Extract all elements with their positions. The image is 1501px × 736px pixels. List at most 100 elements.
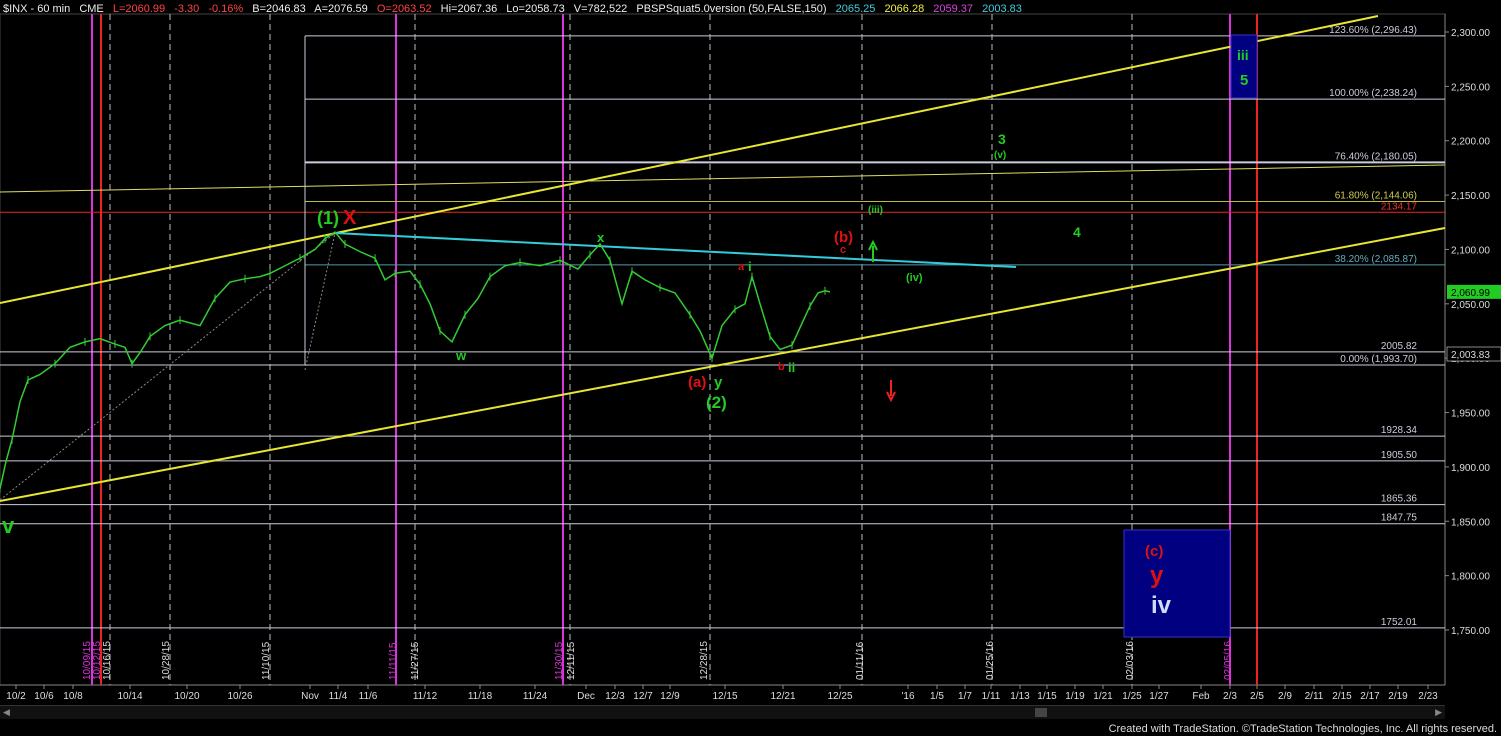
volume-value: V=782,522 [573, 3, 628, 15]
y-tick-label: 2,100.00 [1451, 245, 1490, 256]
last-price-label: 2,060.99 [1451, 288, 1490, 299]
x-tick-label: Feb [1192, 691, 1210, 702]
x-tick-label: 1/11 [982, 691, 1001, 702]
x-tick-label: Nov [301, 691, 319, 702]
x-tick-label: 1/15 [1037, 691, 1057, 702]
y-tick-label: 1,900.00 [1451, 463, 1490, 474]
study-value-3: 2059.37 [933, 3, 974, 15]
x-tick-label: 2/3 [1223, 691, 1237, 702]
y-tick-label: 2,300.00 [1451, 28, 1490, 39]
y-tick-label: 1,750.00 [1451, 626, 1490, 637]
price-tag-label: 2,003.83 [1451, 350, 1490, 361]
last-value: L=2060.99 [112, 3, 166, 15]
date-marker-label: 12/11/15 [566, 641, 577, 680]
date-marker-label: 11/10/15 [261, 641, 272, 680]
x-tick-label: 2/19 [1388, 691, 1408, 702]
x-tick-label: 1/19 [1065, 691, 1085, 702]
wave-label-10: ii [788, 360, 795, 375]
x-tick-label: Dec [577, 691, 595, 702]
scroll-left-icon[interactable]: ◀ [3, 707, 10, 718]
x-tick-label: 1/13 [1010, 691, 1030, 702]
wave-label-16: (v) [994, 150, 1006, 161]
level-label-1: 100.00% (2,238.24) [1329, 88, 1417, 99]
x-tick-label: 11/4 [329, 691, 348, 702]
x-tick-label: '16 [901, 691, 914, 702]
x-tick-label: 10/14 [117, 691, 142, 702]
date-marker-label: 01/11/16 [855, 641, 866, 680]
cyan-trendline [334, 232, 1017, 268]
credit-text: Created with TradeStation. ©TradeStation… [1108, 723, 1497, 735]
wave-label-7: a [738, 261, 745, 273]
wave-label-4: (a) [688, 374, 706, 391]
x-tick-label: 1/7 [958, 691, 972, 702]
level-label-7: 0.00% (1,993.70) [1340, 354, 1417, 365]
date-marker-label: 10/16/15 [102, 641, 113, 680]
y-tick-label: 1,800.00 [1451, 572, 1490, 583]
wave-label-18: iii [1237, 47, 1249, 63]
wave-label-2: x [597, 230, 605, 245]
y-tick-label: 2,150.00 [1451, 191, 1490, 202]
x-tick-label: 12/7 [633, 691, 653, 702]
level-label-8: 1928.34 [1381, 425, 1418, 436]
level-label-0: 123.60% (2,296.43) [1329, 25, 1417, 36]
wave-label-12: c [840, 244, 846, 256]
channel-mid-line [0, 164, 1446, 193]
date-marker-label: 12/28/15 [699, 641, 710, 680]
wave-label-20: v [2, 513, 15, 538]
date-marker-label: 11/30/15 [554, 641, 565, 680]
wave-label-21: (c) [1145, 543, 1163, 560]
x-tick-label: 11/18 [468, 691, 493, 702]
date-marker-label: 02/03/16 [1125, 641, 1136, 680]
bid-value: B=2046.83 [252, 3, 306, 15]
wave-label-19: 5 [1240, 72, 1248, 89]
study-value-2: 2066.28 [884, 3, 925, 15]
x-tick-label: 12/21 [770, 691, 795, 702]
wave-label-3: w [455, 348, 467, 363]
study-value-4: 2003.83 [982, 3, 1022, 15]
down-arrow-icon [886, 380, 896, 403]
ask-value: A=2076.59 [314, 3, 368, 15]
x-tick-label: 12/25 [827, 691, 852, 702]
study-label: PBSPSquat5.0version (50,FALSE,150) [636, 3, 827, 15]
x-tick-label: 10/26 [227, 691, 252, 702]
level-label-10: 1865.36 [1381, 494, 1418, 505]
level-label-3: 61.80% (2,144.06) [1335, 191, 1417, 202]
date-marker-label: 11/27/15 [410, 641, 421, 680]
y-tick-label: 1,950.00 [1451, 409, 1490, 420]
chart-header: $INX - 60 min CME L=2060.99 -3.30 -0.16%… [3, 3, 1028, 15]
dotted-segment [304, 232, 336, 371]
symbol-label: $INX - 60 min [3, 3, 71, 15]
date-marker-label: 01/25/16 [985, 641, 996, 680]
channel-upper-line [0, 15, 1379, 304]
x-tick-label: 2/23 [1418, 691, 1438, 702]
wave-label-9: b [778, 361, 785, 373]
level-label-12: 1752.01 [1381, 617, 1418, 628]
price-series-line [0, 231, 831, 489]
level-label-5: 38.20% (2,085.87) [1335, 254, 1417, 265]
wave-label-5: y [714, 374, 723, 391]
y-tick-label: 2,050.00 [1451, 300, 1490, 311]
date-marker-label: 11/11/15 [388, 642, 399, 680]
x-tick-label: 2/11 [1305, 691, 1324, 702]
x-tick-label: 1/5 [930, 691, 944, 702]
x-tick-label: 12/15 [712, 691, 737, 702]
x-tick-label: 1/25 [1122, 691, 1142, 702]
x-tick-label: 1/21 [1093, 691, 1113, 702]
x-tick-label: 11/12 [413, 691, 438, 702]
x-tick-label: 11/24 [523, 691, 548, 702]
wave-label-17: 4 [1073, 224, 1081, 240]
x-tick-label: 10/20 [174, 691, 199, 702]
study-value-1: 2065.25 [835, 3, 876, 15]
scroll-thumb[interactable] [1035, 708, 1047, 717]
y-tick-label: 2,200.00 [1451, 137, 1490, 148]
channel-lower-line [0, 227, 1446, 502]
wave-label-13: (iii) [868, 205, 883, 216]
low-value: Lo=2058.73 [506, 3, 565, 15]
horizontal-scrollbar[interactable]: ◀ ▶ [0, 705, 1445, 719]
scroll-right-icon[interactable]: ▶ [1435, 707, 1442, 718]
y-tick-label: 2,250.00 [1451, 82, 1490, 93]
level-label-4: 2134.17 [1381, 201, 1418, 212]
high-value: Hi=2067.36 [440, 3, 498, 15]
x-tick-label: 10/6 [34, 691, 54, 702]
x-tick-label: 10/2 [6, 691, 26, 702]
